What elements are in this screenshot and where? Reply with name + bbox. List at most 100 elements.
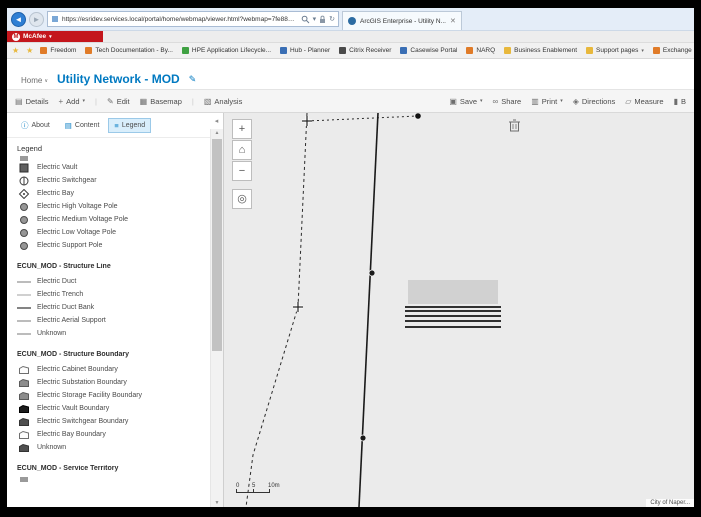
tab-content[interactable]: ▤ Content: [59, 118, 106, 133]
browser-address-row: ◄ ► https://esridev.services.local/porta…: [7, 8, 694, 31]
clipped-icon: [17, 477, 31, 482]
analysis-button[interactable]: ▧ Analysis: [204, 97, 243, 106]
basemap-button[interactable]: ▦ Basemap: [140, 97, 182, 106]
favorite-label: Freedom: [50, 47, 77, 54]
save-button-label: Save: [459, 96, 477, 106]
caret-down-icon: ▾: [82, 98, 86, 104]
bookmarks-button-label: B: [680, 96, 686, 106]
favorite-label: Support pages: [596, 47, 639, 54]
favorite-label: Citrix Receiver: [349, 47, 392, 54]
favorite-item[interactable]: Support pages ▾: [586, 47, 644, 54]
favorite-item[interactable]: Casewise Portal: [400, 47, 457, 54]
favorite-item[interactable]: Business Enablement: [504, 47, 577, 54]
legend-item-label: Electric Vault: [37, 164, 78, 171]
zoom-out-button[interactable]: −: [232, 161, 252, 181]
legend-section-title: ECUN_MOD - Structure Boundary: [17, 351, 130, 358]
favorite-label: Hub - Planner: [290, 47, 331, 54]
mcafee-menu[interactable]: M McAfee ▾: [7, 31, 103, 42]
analysis-icon: ▧: [203, 96, 212, 106]
caret-down-icon: ▾: [560, 98, 563, 104]
favorite-label: HPE Application Lifecycle...: [191, 47, 272, 54]
legend-item: Unknown: [17, 327, 206, 340]
favorite-item[interactable]: Hub - Planner: [280, 47, 330, 54]
edit-title-icon[interactable]: ✎: [189, 74, 197, 85]
lock-icon: [320, 15, 326, 23]
home-label: Home: [21, 76, 43, 85]
directions-button[interactable]: ◈ Directions: [573, 97, 616, 106]
toolbar-separator: |: [95, 96, 97, 106]
print-button[interactable]: ▥ Print ▾: [531, 97, 563, 106]
legend-item-label: Electric Substation Boundary: [37, 379, 127, 386]
map-canvas[interactable]: + ⌂ − ◎ 0 5 10m City of Naper...: [224, 113, 694, 507]
share-button[interactable]: ∞ Share: [493, 97, 522, 106]
bay-icon: [17, 188, 31, 199]
panel-scrollbar[interactable]: ▲ ▼: [210, 129, 223, 507]
breadcrumb-home[interactable]: Home ∨: [21, 76, 48, 85]
add-button-label: Add: [66, 96, 80, 106]
poly-gray-icon: [17, 391, 31, 401]
favorite-item[interactable]: Citrix Receiver: [339, 47, 391, 54]
search-caret-icon[interactable]: ▾: [313, 15, 317, 23]
legend-item: Electric Duct: [17, 275, 206, 288]
legend-item: Electric Switchgear: [17, 174, 206, 187]
trash-icon[interactable]: [509, 119, 520, 132]
bookmark-icon: ▮: [673, 96, 678, 106]
details-icon: ▤: [15, 96, 23, 106]
save-button[interactable]: ▣ Save ▾: [449, 97, 482, 106]
basemap-icon: ▦: [139, 96, 148, 106]
browser-tab[interactable]: ArcGIS Enterprise - Utility N... ✕: [342, 11, 462, 30]
favorites-star-icon[interactable]: ★: [12, 46, 19, 55]
favorite-label: Exchange: [662, 47, 692, 54]
panel-tabs: ⓘ About ▤ Content ≡ Legend: [7, 113, 210, 138]
favorites-star2-icon[interactable]: ★: [26, 46, 33, 55]
screenshot-frame: ◄ ► https://esridev.services.local/porta…: [0, 0, 701, 517]
favicon-icon: [400, 47, 408, 54]
favorite-item[interactable]: HPE Application Lifecycle...: [181, 47, 272, 54]
edit-button[interactable]: ✎ Edit: [107, 97, 130, 106]
browser-back-button[interactable]: ◄: [11, 11, 26, 27]
tab-legend[interactable]: ≡ Legend: [108, 118, 152, 133]
basemap-button-label: Basemap: [150, 96, 182, 106]
caret-down-icon: ▾: [49, 33, 52, 40]
scroll-up-icon[interactable]: ▲: [211, 130, 223, 136]
content-tab-icon: ▤: [64, 121, 72, 130]
favorite-item[interactable]: Exchange: [652, 47, 692, 54]
scale-bar: 0 5 10m: [236, 483, 284, 493]
legend-item-label: Electric Support Pole: [37, 242, 103, 249]
home-extent-button[interactable]: ⌂: [232, 140, 252, 160]
add-button[interactable]: + Add ▾: [59, 97, 86, 106]
edit-button-label: Edit: [116, 96, 130, 106]
zoom-in-button[interactable]: +: [232, 119, 252, 139]
favorite-label: Tech Documentation - By...: [95, 47, 173, 54]
panel-collapse-button[interactable]: ◂: [210, 113, 223, 129]
favorite-item[interactable]: NARQ: [466, 47, 495, 54]
browser-forward-button[interactable]: ►: [29, 11, 44, 27]
legend-item: Electric Switchgear Boundary: [17, 415, 206, 428]
scrollbar-thumb[interactable]: [212, 139, 222, 351]
details-button[interactable]: ▤ Details: [15, 97, 49, 106]
chevron-down-icon: ∨: [44, 77, 49, 84]
legend-item: Electric Bay: [17, 187, 206, 200]
page-header: Home ∨ Utility Network - MOD ✎: [7, 59, 694, 89]
hatch-lines-thick: [405, 306, 501, 328]
refresh-icon[interactable]: ↻: [329, 15, 335, 23]
tab-close-icon[interactable]: ✕: [450, 17, 456, 25]
favorite-label: Casewise Portal: [410, 47, 458, 54]
map-toolbar: ▤ Details + Add ▾ | ✎ Edit ▦ Basemap | ▧ Analysis ▣ S…: [7, 89, 694, 113]
legend-item: Electric High Voltage Pole: [17, 200, 206, 213]
measure-button[interactable]: ▱ Measure: [625, 97, 663, 106]
analysis-button-label: Analysis: [214, 96, 243, 106]
locate-button[interactable]: ◎: [232, 189, 252, 209]
scroll-down-icon[interactable]: ▼: [211, 500, 223, 506]
pole-icon: [17, 215, 31, 225]
address-bar[interactable]: https://esridev.services.local/portal/ho…: [47, 11, 339, 27]
print-button-label: Print: [541, 96, 558, 106]
share-button-label: Share: [501, 96, 522, 106]
bookmarks-button[interactable]: ▮ B: [674, 97, 686, 106]
favorite-item[interactable]: Freedom: [40, 47, 76, 54]
favorite-item[interactable]: Tech Documentation - By...: [85, 47, 173, 54]
legend-item-label: Electric Low Voltage Pole: [37, 229, 116, 236]
tab-about[interactable]: ⓘ About: [15, 117, 56, 134]
search-icon[interactable]: [301, 15, 310, 24]
details-button-label: Details: [25, 96, 49, 106]
